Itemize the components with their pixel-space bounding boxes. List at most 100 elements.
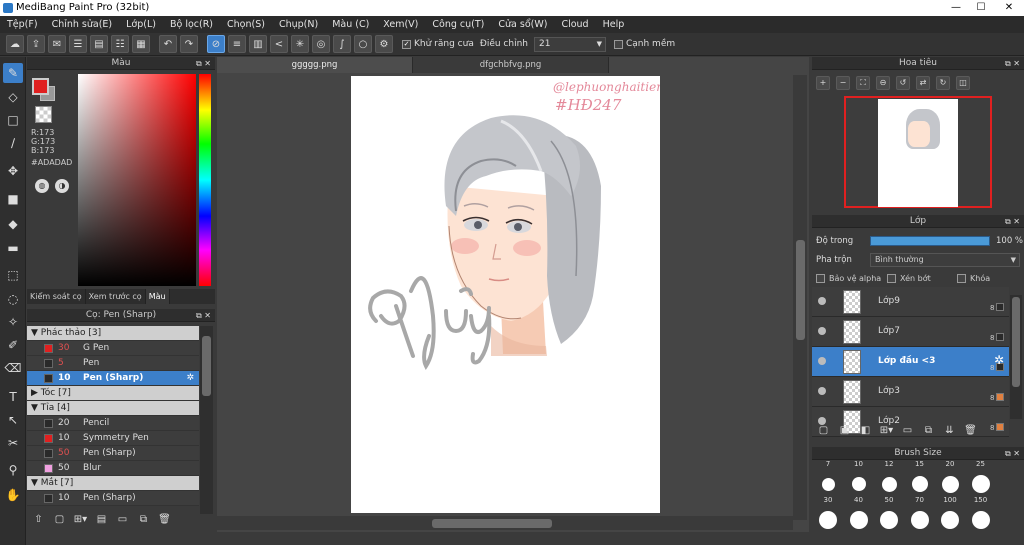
eyedropper-tool-icon[interactable]: ⚲ [3, 460, 23, 480]
brush-size-option[interactable] [849, 511, 868, 529]
gradient-tool-icon[interactable]: ▬ [3, 238, 23, 258]
brush-size-option[interactable] [819, 511, 837, 529]
adjust-select[interactable]: 21 ▼ [533, 36, 606, 52]
menu-view[interactable]: Xem(V) [376, 16, 425, 33]
lasso-tool-icon[interactable]: ◌ [3, 289, 23, 309]
menu-layer[interactable]: Lớp(L) [119, 16, 163, 33]
menu-color[interactable]: Màu (C) [325, 16, 376, 33]
parallel-snap-icon[interactable]: ≡ [228, 35, 246, 53]
brush-settings-icon[interactable]: ▤ [94, 512, 109, 527]
new-brush-icon[interactable]: ▢ [52, 512, 67, 527]
smooth-edge-checkbox[interactable] [613, 39, 623, 49]
menu-snap[interactable]: Chụp(N) [272, 16, 325, 33]
panel-controls-icon[interactable]: ⧉ ✕ [1005, 57, 1020, 70]
layer-list-scrollbar[interactable] [1010, 295, 1022, 419]
zoom-in-icon[interactable]: + [816, 76, 830, 90]
settings-snap-icon[interactable]: ⚙ [375, 35, 393, 53]
rotate-left-icon[interactable]: ↺ [896, 76, 910, 90]
new-layer-icon[interactable]: ▢ [816, 423, 831, 438]
panel-controls-icon[interactable]: ⧉ ✕ [196, 309, 211, 322]
canvas-paper[interactable]: @lephuonghaitien #HĐ247 [351, 76, 660, 513]
comment-icon[interactable]: ✉ [48, 35, 66, 53]
visibility-eye-icon[interactable] [818, 387, 826, 395]
opacity-slider[interactable] [870, 236, 990, 246]
expand-arrow-icon[interactable]: ▼ [31, 403, 41, 413]
brush-size-option[interactable] [881, 476, 897, 492]
cloud-icon[interactable]: ☁ [6, 35, 24, 53]
scroll-thumb[interactable] [432, 519, 552, 528]
select-eraser-tool-icon[interactable]: ⌫ [3, 358, 23, 378]
canvas-vertical-scrollbar[interactable] [793, 75, 807, 520]
visibility-eye-icon[interactable] [818, 327, 826, 335]
divide-tool-icon[interactable]: ✂ [3, 433, 23, 453]
undo-icon[interactable]: ↶ [159, 35, 177, 53]
flip-icon[interactable]: ⇄ [916, 76, 930, 90]
color-history-icon[interactable]: ◑ [55, 179, 69, 193]
brush-settings-gear-icon[interactable]: ✲ [186, 371, 194, 386]
magic-wand-tool-icon[interactable]: ✧ [3, 312, 23, 332]
hand-tool-icon[interactable]: ✋ [3, 485, 23, 505]
expand-arrow-icon[interactable]: ▼ [31, 328, 41, 338]
operation-tool-icon[interactable]: ↖ [3, 410, 23, 430]
doc-tab-1[interactable]: ggggg.png [217, 57, 413, 73]
saturation-value-picker[interactable] [78, 74, 196, 286]
brush-tool-icon[interactable]: ✎ [3, 63, 23, 83]
layer-row[interactable]: Lớp9 8 [812, 287, 1009, 317]
lock-checkbox[interactable]: Khóa [957, 274, 990, 283]
visibility-eye-icon[interactable] [818, 357, 826, 365]
add-layer-menu-icon[interactable]: ⊞▾ [879, 423, 894, 438]
redo-icon[interactable]: ↷ [180, 35, 198, 53]
reset-view-icon[interactable]: ◫ [956, 76, 970, 90]
protect-alpha-checkbox[interactable]: Bảo vệ alpha [816, 274, 881, 283]
panel-controls-icon[interactable]: ⧉ ✕ [1005, 447, 1020, 460]
folder-icon[interactable]: ▭ [900, 423, 915, 438]
hue-slider[interactable] [199, 74, 211, 286]
brush-size-option[interactable] [971, 475, 990, 493]
perspective-snap-icon[interactable]: < [270, 35, 288, 53]
tab-brush-preview[interactable]: Xem trước cọ [86, 289, 146, 304]
navigator-preview[interactable] [844, 96, 992, 208]
menu-edit[interactable]: Chỉnh sửa(E) [45, 16, 120, 33]
move-tool-icon[interactable]: ✥ [3, 161, 23, 181]
brush-item[interactable]: 50 Blur [27, 461, 199, 476]
share-icon[interactable]: ⇪ [27, 35, 45, 53]
canvas-horizontal-scrollbar[interactable] [217, 516, 793, 530]
tab-brush-control[interactable]: Kiểm soát cọ [27, 289, 86, 304]
brush-group[interactable]: ▼ Mắt [7] [27, 476, 199, 491]
merge-icon[interactable]: ⇊ [942, 423, 957, 438]
new-halftone-layer-icon[interactable]: ▣ [837, 423, 852, 438]
brush-group[interactable]: ▶ Tóc [7] [27, 386, 199, 401]
minimize-button[interactable]: — [943, 0, 969, 16]
add-brush-icon[interactable]: ⊞▾ [73, 512, 88, 527]
brush-size-option[interactable] [880, 511, 898, 529]
layer-row[interactable]: Lớp3 8 [812, 377, 1009, 407]
upload-brush-icon[interactable]: ⇧ [31, 512, 46, 527]
chat-icon[interactable]: ☰ [69, 35, 87, 53]
eraser-tool-icon[interactable]: ◇ [3, 87, 23, 107]
brush-size-option[interactable] [910, 511, 929, 529]
antialias-checkbox[interactable]: ✓ [402, 39, 411, 49]
brush-item[interactable]: 10 Symmetry Pen [27, 431, 199, 446]
menu-filter[interactable]: Bộ lọc(R) [163, 16, 220, 33]
select-pen-tool-icon[interactable]: ✐ [3, 335, 23, 355]
brush-item[interactable]: 10 Pen (Sharp) ✲ [27, 371, 199, 386]
folder-icon[interactable]: ▭ [115, 512, 130, 527]
document-icon[interactable]: ▤ [90, 35, 108, 53]
close-button[interactable]: ✕ [996, 0, 1022, 16]
brush-item[interactable]: 10 Pen (Sharp) [27, 491, 199, 506]
menu-window[interactable]: Cửa sổ(W) [491, 16, 554, 33]
bucket-tool-icon[interactable]: ◆ [3, 214, 23, 234]
new-8bit-layer-icon[interactable]: ◧ [858, 423, 873, 438]
curve-snap-icon[interactable]: ∫ [333, 35, 351, 53]
foreground-color-swatch[interactable] [32, 78, 49, 95]
doc-tab-2[interactable]: dfgchbfvg.png [413, 57, 609, 73]
scroll-thumb[interactable] [202, 336, 211, 396]
palette-icon[interactable]: ◍ [35, 179, 49, 193]
layer-settings-gear-icon[interactable]: ✲ [994, 353, 1004, 367]
brush-item[interactable]: 50 Pen (Sharp) [27, 446, 199, 461]
fill-rect-tool-icon[interactable]: ■ [3, 189, 23, 209]
grid-icon[interactable]: ▦ [132, 35, 150, 53]
blend-mode-select[interactable]: Bình thường ▼ [870, 253, 1020, 267]
panel-controls-icon[interactable]: ⧉ ✕ [196, 57, 211, 70]
brush-size-option[interactable] [941, 511, 959, 529]
